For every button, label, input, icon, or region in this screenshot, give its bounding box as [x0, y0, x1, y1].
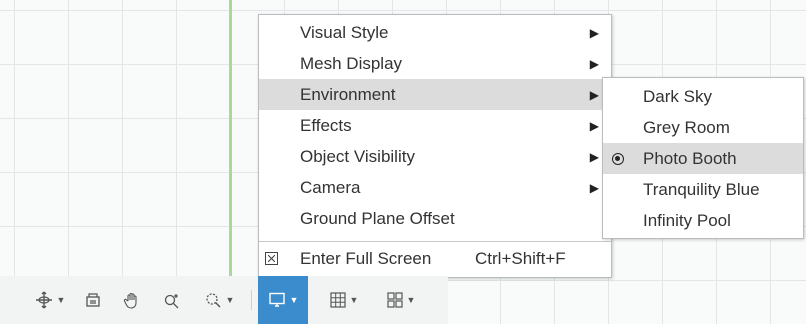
- menu-item-label: Environment: [300, 84, 396, 104]
- orbit-icon: [35, 291, 52, 309]
- menu-item-label: Object Visibility: [300, 146, 415, 166]
- menu-item-label: Effects: [300, 115, 352, 135]
- menu-item-label: Mesh Display: [300, 53, 403, 73]
- environment-submenu: Dark Sky Grey Room Photo Booth Tranquili…: [602, 77, 804, 239]
- chevron-down-icon: ▼: [289, 295, 299, 305]
- radio-selected-icon: [612, 152, 624, 165]
- viewports-button[interactable]: ▼: [376, 276, 426, 324]
- menu-item-enter-full-screen[interactable]: Enter Full Screen Ctrl+Shift+F: [259, 243, 611, 274]
- menu-separator: [259, 241, 611, 242]
- display-settings-button[interactable]: ▼: [258, 276, 308, 324]
- toolbar-divider: [251, 290, 252, 310]
- zoom-button[interactable]: [158, 276, 184, 324]
- viewports-icon: [386, 292, 403, 308]
- menu-item-label: Camera: [300, 177, 361, 197]
- menu-item-label: Enter Full Screen: [300, 248, 432, 268]
- menu-item-camera[interactable]: Camera ▶: [259, 172, 611, 203]
- display-settings-icon: [268, 292, 285, 307]
- menu-item-ground-plane-offset[interactable]: Ground Plane Offset: [259, 203, 611, 234]
- menu-item-label: Ground Plane Offset: [300, 208, 455, 228]
- orbit-button[interactable]: ▼: [28, 276, 72, 324]
- grid-snaps-icon: [329, 292, 346, 308]
- menu-item-mesh-display[interactable]: Mesh Display ▶: [259, 48, 611, 79]
- grid-snaps-button[interactable]: ▼: [320, 276, 368, 324]
- submenu-arrow-icon: ▶: [589, 56, 599, 71]
- menu-item-object-visibility[interactable]: Object Visibility ▶: [259, 141, 611, 172]
- chevron-down-icon: ▼: [56, 295, 66, 305]
- look-at-icon: [86, 293, 100, 307]
- chevron-down-icon: ▼: [406, 295, 416, 305]
- submenu-arrow-icon: ▶: [589, 118, 599, 133]
- fullscreen-icon: [265, 252, 278, 265]
- menu-item-label: Grey Room: [643, 117, 730, 137]
- env-option-infinity-pool[interactable]: Infinity Pool: [603, 205, 803, 236]
- submenu-arrow-icon: ▶: [589, 180, 599, 195]
- env-option-photo-booth[interactable]: Photo Booth: [603, 143, 803, 174]
- menu-item-label: Infinity Pool: [643, 210, 731, 230]
- submenu-arrow-icon: ▶: [589, 149, 599, 164]
- menu-item-effects[interactable]: Effects ▶: [259, 110, 611, 141]
- zoom-icon: [164, 293, 178, 308]
- menu-item-label: Tranquility Blue: [643, 179, 760, 199]
- fit-zoom-window-button[interactable]: ▼: [196, 276, 242, 324]
- display-settings-menu: Visual Style ▶ Mesh Display ▶ Environmen…: [258, 14, 612, 278]
- env-option-tranquility-blue[interactable]: Tranquility Blue: [603, 174, 803, 205]
- pan-button[interactable]: [118, 276, 144, 324]
- navigation-toolbar: ▼ ▼ ▼ ▼ ▼: [0, 276, 448, 324]
- fit-zoom-window-icon: [205, 293, 221, 308]
- env-option-grey-room[interactable]: Grey Room: [603, 112, 803, 143]
- menu-item-environment[interactable]: Environment ▶: [259, 79, 611, 110]
- env-option-dark-sky[interactable]: Dark Sky: [603, 81, 803, 112]
- chevron-down-icon: ▼: [225, 295, 235, 305]
- chevron-down-icon: ▼: [349, 295, 359, 305]
- shortcut-label: Ctrl+Shift+F: [475, 248, 566, 268]
- menu-item-label: Visual Style: [300, 22, 389, 42]
- submenu-arrow-icon: ▶: [589, 87, 599, 102]
- menu-item-label: Photo Booth: [643, 148, 737, 168]
- menu-item-visual-style[interactable]: Visual Style ▶: [259, 17, 611, 48]
- pan-hand-icon: [123, 292, 137, 309]
- menu-item-label: Dark Sky: [643, 86, 712, 106]
- look-at-button[interactable]: [80, 276, 106, 324]
- submenu-arrow-icon: ▶: [589, 25, 599, 40]
